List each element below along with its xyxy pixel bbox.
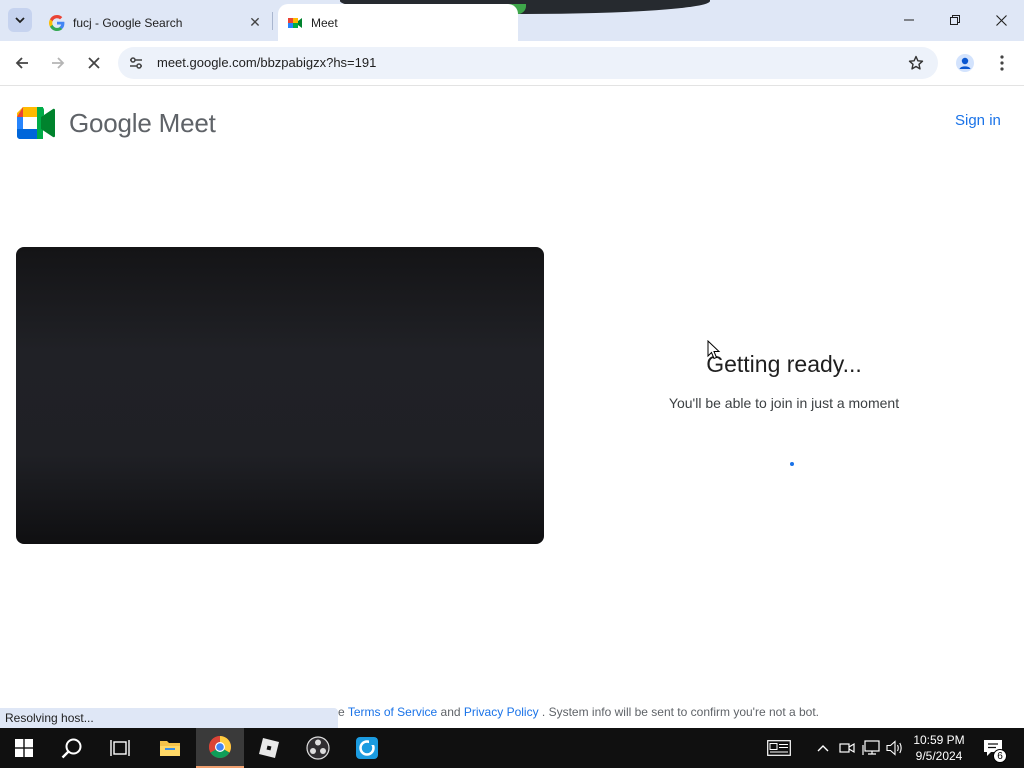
minimize-icon: [904, 19, 914, 21]
obs-taskbar-button[interactable]: [294, 728, 342, 768]
profile-avatar-icon: [956, 54, 974, 72]
roblox-icon: [259, 738, 279, 758]
stop-loading-button[interactable]: [80, 49, 108, 77]
bookmark-button[interactable]: [906, 53, 926, 73]
taskbar-search-button[interactable]: [48, 728, 96, 768]
forward-button[interactable]: [44, 49, 72, 77]
star-icon: [908, 55, 924, 70]
privacy-policy-link[interactable]: Privacy Policy: [464, 705, 539, 719]
chrome-taskbar-button[interactable]: [196, 728, 244, 768]
consent-footer: e Terms of Service and Privacy Policy . …: [338, 705, 819, 719]
obs-icon: [306, 736, 330, 760]
show-hidden-icons-button[interactable]: [814, 728, 832, 768]
url-text: meet.google.com/bbzpabigzx?hs=191: [157, 55, 377, 70]
site-info-button[interactable]: [126, 53, 146, 73]
profile-button[interactable]: [951, 49, 979, 77]
roblox-taskbar-button[interactable]: [245, 728, 293, 768]
tab-google-search[interactable]: fucj - Google Search ✕: [40, 4, 272, 41]
task-view-icon: [110, 740, 130, 756]
back-arrow-icon: [15, 57, 28, 69]
tab-title: fucj - Google Search: [73, 15, 183, 30]
file-explorer-button[interactable]: [146, 728, 194, 768]
close-tab-icon[interactable]: ✕: [246, 14, 264, 32]
minimize-button[interactable]: [886, 0, 932, 40]
tab-title: Meet: [311, 15, 338, 30]
loading-spinner: [790, 462, 794, 466]
video-preview: [16, 247, 544, 544]
close-window-button[interactable]: [978, 0, 1024, 40]
google-favicon-icon: [49, 14, 65, 31]
forward-arrow-icon: [52, 57, 65, 69]
search-icon: [61, 738, 82, 759]
volume-tray-button[interactable]: [884, 728, 906, 768]
app-icon: [356, 737, 378, 759]
tune-icon: [130, 57, 142, 69]
camera-tray-button[interactable]: [838, 728, 856, 768]
getting-ready-subheading: You'll be able to join in just a moment: [668, 395, 900, 411]
sign-in-link[interactable]: Sign in: [955, 112, 1001, 129]
meet-favicon-icon: [288, 17, 302, 28]
address-bar[interactable]: meet.google.com/bbzpabigzx?hs=191: [118, 47, 938, 79]
footer-suffix: . System info will be sent to confirm yo…: [541, 705, 820, 719]
mouse-cursor-icon: [707, 340, 721, 360]
footer-prefix: e: [338, 705, 345, 719]
tab-meet[interactable]: Meet: [278, 4, 518, 41]
file-explorer-icon: [160, 741, 180, 756]
browser-toolbar: meet.google.com/bbzpabigzx?hs=191: [0, 41, 1024, 86]
taskbar: 10:59 PM 9/5/2024 6: [0, 728, 1024, 768]
start-icon: [15, 739, 33, 757]
news-icon: [767, 740, 791, 756]
chevron-down-icon: [15, 17, 25, 24]
news-widget-button[interactable]: [764, 728, 794, 768]
status-bubble: Resolving host...: [0, 708, 338, 728]
system-clock[interactable]: 10:59 PM 9/5/2024: [908, 732, 970, 764]
restore-icon: [950, 15, 960, 25]
back-button[interactable]: [8, 49, 36, 77]
meet-wordmark: Google Meet: [69, 107, 216, 138]
tab-strip: fucj - Google Search ✕ Meet: [0, 0, 1024, 41]
clock-time: 10:59 PM: [913, 733, 965, 747]
start-button[interactable]: [0, 728, 48, 768]
more-vert-icon: [1000, 55, 1004, 71]
network-icon: [862, 740, 880, 755]
footer-and: and: [440, 705, 461, 719]
restore-button[interactable]: [932, 0, 978, 40]
notification-count-badge: 6: [993, 749, 1007, 763]
tab-divider: [272, 12, 273, 30]
browser-menu-button[interactable]: [988, 49, 1016, 77]
camera-icon: [839, 742, 855, 754]
task-view-button[interactable]: [96, 728, 144, 768]
volume-icon: [886, 740, 902, 756]
app-taskbar-button[interactable]: [343, 728, 391, 768]
getting-ready-heading: Getting ready...: [706, 351, 862, 377]
terms-of-service-link[interactable]: Terms of Service: [348, 705, 437, 719]
chevron-up-icon: [817, 745, 829, 752]
chrome-icon: [209, 736, 231, 758]
clock-date: 9/5/2024: [915, 749, 963, 763]
tab-search-button[interactable]: [8, 8, 32, 32]
meet-logo-icon: [17, 107, 55, 139]
google-meet-logo[interactable]: Google Meet: [17, 107, 216, 139]
network-tray-button[interactable]: [861, 728, 881, 768]
stop-icon: [88, 57, 100, 69]
close-icon: [995, 14, 1007, 26]
